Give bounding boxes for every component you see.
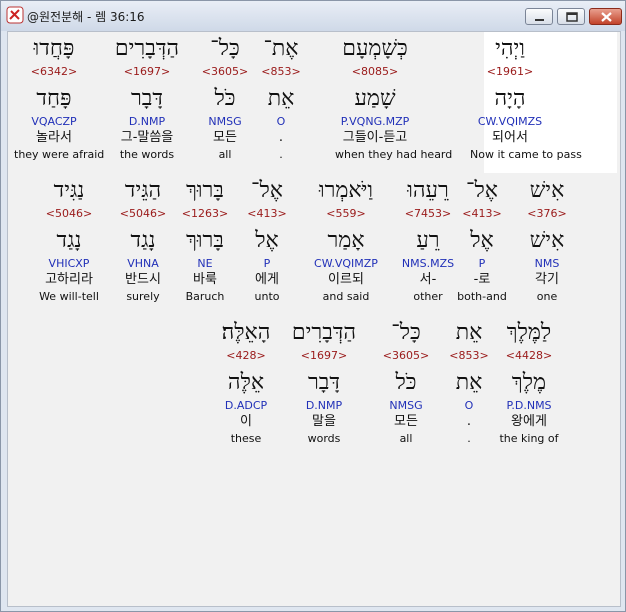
korean-gloss: 말을	[312, 414, 336, 429]
korean-gloss: 그-말씀을	[120, 130, 174, 145]
strong-number: <428>	[226, 349, 266, 362]
korean-gloss: 이	[240, 414, 252, 429]
lemma-text: פָּחַד	[36, 86, 72, 111]
korean-gloss: 놀라서	[36, 130, 72, 145]
parsing-code: NMSG	[208, 115, 242, 128]
strong-number: <3605>	[201, 65, 249, 78]
lemma-text: דָּבָר	[308, 370, 340, 395]
title-bar[interactable]: @원전분해 - 렘 36:16	[1, 1, 625, 31]
english-gloss: when they had heard	[335, 148, 453, 161]
lemma-text: נָגַד	[56, 228, 82, 253]
window-title: @원전분해 - 렘 36:16	[27, 10, 145, 24]
strong-number: <3605>	[382, 349, 430, 362]
interlinear-word[interactable]: רֵעֵהוּ <7453> רֵעַ NMS.MZS 서-other	[388, 178, 468, 308]
hebrew-text: וַיֹּאמְרוּ	[318, 178, 374, 203]
parsing-code: CW.VQIMZS	[477, 115, 543, 128]
interlinear-word[interactable]: וַיְהִי <1961> הָיָה CW.VQIMZS 되어서 Now it cam…	[470, 36, 582, 166]
hebrew-text: הַגֵּיד	[124, 178, 162, 203]
strong-number: <559>	[326, 207, 366, 220]
parsing-code: D.NMP	[305, 399, 343, 412]
interlinear-word[interactable]: הַדְּבָרִים <1697> דָּבָר D.NMP 말을 words	[284, 320, 364, 450]
minimize-button[interactable]	[525, 8, 553, 25]
strong-number: <5046>	[45, 207, 93, 220]
korean-gloss: 모든	[394, 414, 418, 429]
strong-number: <1961>	[486, 65, 534, 78]
interlinear-word[interactable]: הָאֵלֶּה׃ <428> אֵלֶּה D.ADCP 이 these	[206, 320, 286, 450]
parsing-code: VHNA	[127, 257, 159, 270]
english-gloss: all	[218, 148, 232, 161]
korean-gloss: 반드시	[125, 272, 161, 287]
close-icon	[601, 12, 612, 22]
english-gloss: words	[307, 432, 341, 445]
app-window: @원전분해 - 렘 36:16 וַיְהִי <1961> הָיָה CW.VQI…	[0, 0, 626, 612]
lemma-text: כֹּל	[214, 86, 236, 111]
parsing-code: D.ADCP	[224, 399, 268, 412]
english-gloss: the words	[119, 148, 175, 161]
english-gloss: surely	[126, 290, 160, 303]
parsing-code: NMSG	[389, 399, 423, 412]
lemma-text: נָגַד	[130, 228, 156, 253]
hebrew-text: הַדְּבָרִים	[114, 36, 180, 61]
lemma-text: שָׁמַע	[354, 86, 396, 111]
hebrew-text: הַדְּבָרִים	[291, 320, 357, 345]
parsing-code: NMS.MZS	[401, 257, 455, 270]
hebrew-text: רֵעֵהוּ	[407, 178, 449, 203]
parsing-code: P.VQNG.MZP	[340, 115, 410, 128]
english-gloss: they were afraid	[14, 148, 105, 161]
maximize-button[interactable]	[557, 8, 585, 25]
korean-gloss: 되어서	[492, 130, 528, 145]
korean-gloss: 서-	[419, 272, 437, 287]
interlinear-word[interactable]: פָּחֲדוּ <6342> פָּחַד VQACZP 놀라서 they were a…	[14, 36, 105, 166]
korean-gloss: 이르되	[328, 272, 364, 287]
lemma-text: דָּבָר	[131, 86, 163, 111]
hebrew-text: וַיְהִי	[495, 36, 525, 61]
english-gloss: Now it came to pass	[470, 148, 582, 161]
minimize-icon	[535, 19, 544, 21]
hebrew-text: כָּל־	[210, 36, 240, 61]
strong-number: <1697>	[300, 349, 348, 362]
lemma-text: אֵלֶּה	[227, 370, 265, 395]
interlinear-word[interactable]: כָּל־ <3605> כֹּל NMSG 모든 all	[185, 36, 265, 166]
english-gloss: We will-tell	[39, 290, 99, 303]
interlinear-word[interactable]: כָּל־ <3605> כֹּל NMSG 모든 all	[366, 320, 446, 450]
lemma-text: אָמַר	[327, 228, 365, 253]
strong-number: <8085>	[351, 65, 399, 78]
lemma-text: רֵעַ	[416, 228, 440, 253]
hebrew-text: פָּחֲדוּ	[33, 36, 75, 61]
lemma-text: כֹּל	[395, 370, 417, 395]
interlinear-word[interactable]: הַגֵּיד <5046> נָגַד VHNA 반드시 surely	[103, 178, 183, 308]
hebrew-text: כְּשָׁמְעָם	[342, 36, 408, 61]
parsing-code: VQACZP	[31, 115, 77, 128]
interlinear-word[interactable]: וַיֹּאמְרוּ <559> אָמַר CW.VQIMZP 이르되 and sai…	[306, 178, 386, 308]
korean-gloss: 그들이-듣고	[342, 130, 408, 145]
english-gloss: other	[413, 290, 443, 303]
parsing-code: D.NMP	[128, 115, 166, 128]
strong-number: <7453>	[404, 207, 452, 220]
korean-gloss: 고하리라	[45, 272, 93, 287]
lemma-text: הָיָה	[494, 86, 526, 111]
app-icon	[6, 6, 24, 24]
korean-gloss: 모든	[213, 130, 237, 145]
parsing-code: CW.VQIMZP	[314, 257, 378, 270]
strong-number: <5046>	[119, 207, 167, 220]
interlinear-word[interactable]: נַגִּיד <5046> נָגַד VHICXP 고하리라 We will-tell	[29, 178, 109, 308]
english-gloss: and said	[322, 290, 370, 303]
hebrew-text: כָּל־	[391, 320, 421, 345]
english-gloss: all	[399, 432, 413, 445]
parsing-code: VHICXP	[48, 257, 90, 270]
interlinear-word[interactable]: כְּשָׁמְעָם <8085> שָׁמַע P.VQNG.MZP 그들이-듣고 w…	[335, 36, 453, 166]
hebrew-text: נַגִּיד	[53, 178, 85, 203]
strong-number: <1697>	[123, 65, 171, 78]
hebrew-text: הָאֵלֶּה׃	[221, 320, 271, 345]
interlinear-word[interactable]: הַדְּבָרִים <1697> דָּבָר D.NMP 그-말씀을 the wor…	[107, 36, 187, 166]
strong-number: <6342>	[30, 65, 78, 78]
close-button[interactable]	[589, 8, 622, 25]
maximize-icon	[566, 12, 578, 22]
english-gloss: these	[230, 432, 262, 445]
interlinear-panel[interactable]: וַיְהִי <1961> הָיָה CW.VQIMZS 되어서 Now it cam…	[7, 31, 621, 607]
